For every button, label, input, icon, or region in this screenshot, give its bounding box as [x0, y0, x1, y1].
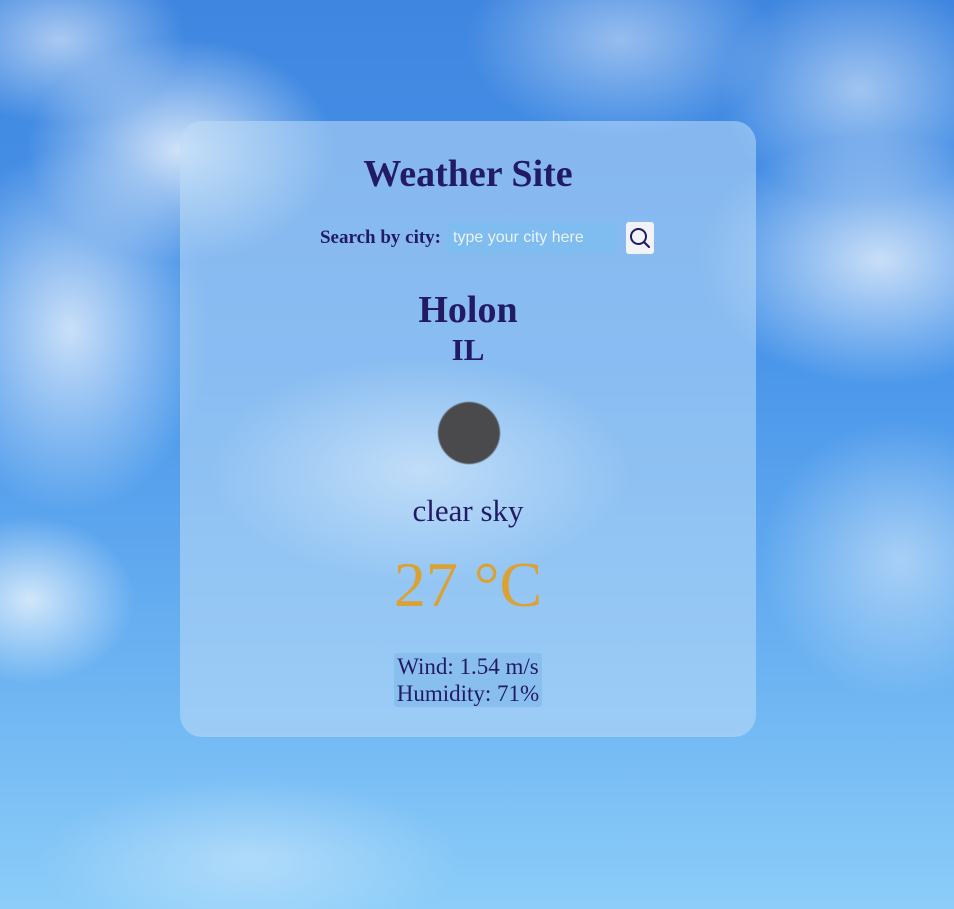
temperature: 27 °C [393, 549, 543, 620]
city-name: Holon [418, 289, 518, 331]
page-title: Weather Site [363, 153, 573, 195]
search-input[interactable] [447, 221, 617, 254]
search-icon [630, 227, 651, 248]
weather-stats: Wind: 1.54 m/s Humidity: 71% [393, 653, 543, 707]
weather-condition-icon [438, 402, 500, 464]
country-code: IL [451, 332, 485, 367]
search-bar: Search by city: [180, 221, 756, 254]
wind-speed: Wind: 1.54 m/s [397, 654, 539, 679]
humidity: Humidity: 71% [396, 681, 540, 706]
weather-stats-wrapper: Wind: 1.54 m/s Humidity: 71% [180, 653, 756, 707]
search-button[interactable] [626, 221, 655, 254]
weather-description: clear sky [412, 493, 524, 528]
search-label: Search by city: [319, 226, 442, 248]
weather-card: Weather Site Search by city: Holon IL cl… [180, 121, 756, 737]
